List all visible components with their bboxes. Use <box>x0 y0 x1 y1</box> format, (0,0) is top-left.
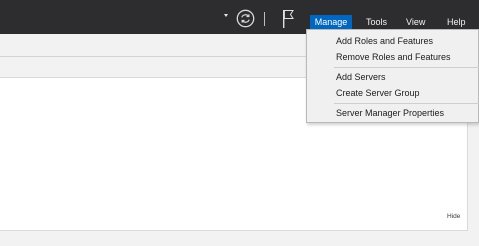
chevron-down-icon[interactable] <box>224 14 228 17</box>
menu-item-add-servers[interactable]: Add Servers <box>336 72 386 82</box>
menu-manage[interactable]: Manage <box>310 15 352 29</box>
menu-separator <box>334 67 479 68</box>
manage-dropdown-menu: Add Roles and Features Remove Roles and … <box>306 29 479 123</box>
menu-item-remove-roles-features[interactable]: Remove Roles and Features <box>336 52 451 62</box>
menu-item-add-roles-features[interactable]: Add Roles and Features <box>336 36 433 46</box>
refresh-icon[interactable] <box>236 9 255 28</box>
menu-item-create-server-group[interactable]: Create Server Group <box>336 88 420 98</box>
notifications-flag-icon[interactable] <box>282 9 294 29</box>
menu-view[interactable]: View <box>402 15 429 29</box>
menu-help[interactable]: Help <box>443 15 470 29</box>
menu-tools[interactable]: Tools <box>362 15 391 29</box>
hide-link[interactable]: Hide <box>447 213 460 220</box>
menu-separator <box>334 103 479 104</box>
toolbar-divider <box>264 12 265 26</box>
menu-item-server-manager-properties[interactable]: Server Manager Properties <box>336 108 444 118</box>
